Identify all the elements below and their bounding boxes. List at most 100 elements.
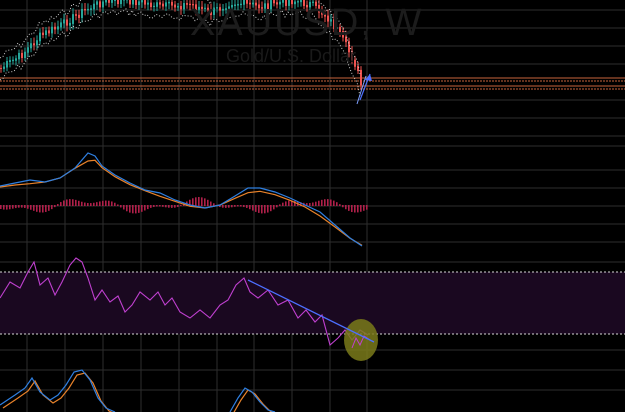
candle-body [135, 0, 137, 6]
price-pane[interactable] [0, 0, 625, 97]
candle-body [264, 3, 266, 9]
macd-histogram-bar [102, 200, 104, 206]
candle-body [204, 7, 206, 9]
macd-pane[interactable] [0, 152, 368, 247]
macd-histogram-bar [126, 205, 128, 212]
macd-histogram-bar [234, 205, 236, 207]
macd-histogram-bar [27, 205, 29, 209]
macd-histogram-bar [42, 205, 44, 213]
macd-histogram-bar [6, 205, 8, 210]
candle-body [231, 5, 233, 8]
macd-histogram-bar [207, 199, 209, 206]
candle-body [360, 69, 362, 86]
macd-histogram-bar [123, 205, 125, 210]
macd-histogram-bar [78, 200, 80, 206]
candle-body [291, 0, 293, 5]
candle-body [33, 43, 35, 46]
candle-body [297, 1, 299, 3]
candle-body [288, 0, 290, 6]
candle-body [3, 66, 5, 69]
macd-histogram-bar [366, 205, 368, 210]
candle-body [57, 26, 59, 30]
macd-histogram-bar [81, 201, 83, 206]
macd-histogram-bar [30, 205, 32, 210]
macd-histogram-bar [255, 205, 257, 212]
candle-body [147, 2, 149, 5]
candle-body [282, 0, 284, 3]
macd-histogram-bar [318, 200, 320, 206]
candle-body [237, 4, 239, 6]
macd-histogram-bar [159, 205, 161, 207]
candle-body [171, 1, 173, 6]
macd-histogram-bar [39, 205, 41, 213]
candle-body [21, 52, 23, 59]
macd-histogram-bar [285, 201, 287, 206]
macd-histogram-bar [240, 205, 242, 207]
candle-body [312, 1, 314, 3]
candle-body [78, 14, 80, 18]
candle-body [87, 8, 89, 11]
candle-body [354, 59, 356, 67]
candle-body [258, 4, 260, 9]
macd-histogram-bar [210, 201, 212, 206]
macd-histogram-bar [0, 205, 2, 209]
candle-body [99, 1, 101, 8]
candle-body [114, 0, 116, 1]
macd-histogram-bar [288, 200, 290, 206]
candle-body [261, 7, 263, 9]
macd-histogram-bar [147, 205, 149, 210]
candle-body [339, 27, 341, 33]
macd-histogram-bar [141, 205, 143, 212]
candle-body [90, 8, 92, 10]
macd-histogram-bar [222, 205, 224, 208]
candle-body [24, 51, 26, 59]
rsi-pane[interactable] [0, 257, 625, 346]
candle-body [333, 19, 335, 30]
macd-histogram-bar [180, 204, 182, 206]
macd-histogram-bar [201, 197, 203, 206]
candle-body [105, 0, 107, 3]
macd-histogram-bar [99, 201, 101, 206]
candle-body [246, 0, 248, 4]
candle-body [228, 6, 230, 10]
macd-histogram-bar [144, 205, 146, 211]
macd-histogram-bar [60, 202, 62, 206]
macd-histogram-bar [138, 205, 140, 213]
macd-histogram-bar [93, 202, 95, 206]
macd-histogram-bar [51, 205, 53, 210]
candle-body [189, 3, 191, 6]
macd-histogram-bar [12, 205, 14, 209]
macd-histogram-bar [63, 200, 65, 206]
macd-histogram-bar [354, 205, 356, 213]
macd-histogram-bar [261, 205, 263, 214]
macd-histogram-bar [249, 205, 251, 210]
macd-histogram-bar [282, 202, 284, 206]
candle-body [162, 3, 164, 7]
candle-body [102, 1, 104, 8]
macd-histogram-bar [15, 205, 17, 209]
macd-histogram-bar [66, 199, 68, 206]
stochastic-pane[interactable] [0, 369, 278, 412]
macd-histogram-bar [252, 205, 254, 211]
macd-histogram-bar [336, 202, 338, 206]
candle-body [318, 4, 320, 13]
candle-body [327, 15, 329, 22]
macd-histogram-bar [330, 199, 332, 206]
candle-body [249, 2, 251, 5]
macd-histogram-bar [342, 205, 344, 208]
candle-body [39, 32, 41, 42]
candle-body [75, 14, 77, 16]
candle-body [0, 67, 2, 69]
macd-histogram-bar [273, 205, 275, 210]
candle-body [174, 4, 176, 8]
macd-histogram-bar [348, 205, 350, 211]
macd-histogram-bar [132, 205, 134, 214]
macd-histogram-bar [75, 199, 77, 206]
chart-canvas[interactable] [0, 0, 625, 412]
bb-lower-band [0, 8, 361, 97]
macd-histogram-bar [105, 200, 107, 206]
macd-histogram-bar [129, 205, 131, 213]
candle-body [225, 8, 227, 10]
candle-body [18, 52, 20, 60]
macd-histogram-bar [69, 199, 71, 206]
